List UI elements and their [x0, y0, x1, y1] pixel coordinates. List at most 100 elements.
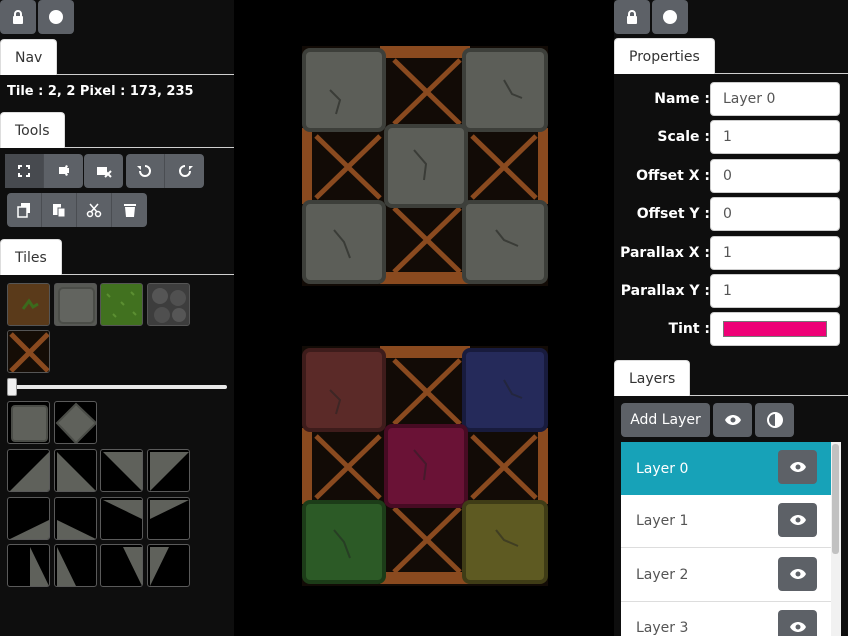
shape-diamond[interactable] — [54, 401, 97, 444]
layer-visibility-button[interactable] — [778, 450, 817, 484]
slope-shape-icon — [150, 500, 189, 519]
circle-button[interactable] — [652, 0, 688, 34]
tile-grass[interactable] — [100, 283, 143, 326]
layers-scrollbar[interactable] — [831, 442, 841, 636]
stamp-tool-icon — [58, 165, 69, 176]
shape-slope-6[interactable] — [54, 497, 97, 540]
shape-slope-4[interactable] — [147, 449, 190, 492]
cut-icon — [86, 203, 102, 218]
parallax-y-field[interactable]: 1 — [710, 274, 840, 308]
layers-scroll-thumb[interactable] — [832, 444, 839, 554]
eye-icon — [724, 415, 741, 425]
eraser-group — [84, 154, 123, 188]
shape-slope-10[interactable] — [54, 544, 97, 587]
contrast-button[interactable] — [755, 403, 794, 437]
slope-shape-icon — [10, 520, 49, 539]
scale-field[interactable]: 1 — [710, 120, 840, 154]
slope-shape-icon — [103, 500, 142, 519]
shape-slope-5[interactable] — [7, 497, 50, 540]
tab-nav[interactable]: Nav — [0, 39, 58, 75]
parallax-x-field[interactable]: 1 — [710, 236, 840, 270]
layer-row[interactable]: Layer 1 — [621, 495, 831, 548]
redo-icon — [178, 165, 193, 177]
redo-button[interactable] — [165, 154, 204, 188]
copy-button[interactable] — [7, 193, 42, 227]
lock-button[interactable] — [0, 0, 36, 34]
circle-button[interactable] — [38, 0, 74, 34]
layer-visibility-button[interactable] — [778, 503, 817, 537]
tile-cobble[interactable] — [147, 283, 190, 326]
layer-visibility-button[interactable] — [778, 610, 817, 636]
shape-slope-9[interactable] — [7, 544, 50, 587]
properties-tab-row: Properties — [614, 38, 848, 74]
lock-button[interactable] — [614, 0, 650, 34]
lock-icon — [13, 10, 23, 24]
lock-icon — [627, 10, 637, 24]
map-canvas[interactable] — [234, 0, 614, 636]
paste-button[interactable] — [42, 193, 77, 227]
stone-tile-icon — [55, 284, 96, 325]
wood-cross-tile-icon — [8, 331, 49, 372]
tint-field[interactable] — [710, 312, 840, 346]
eraser-tool-icon — [96, 167, 112, 178]
cut-button[interactable] — [77, 193, 112, 227]
layer-row[interactable]: Layer 2 — [621, 549, 831, 602]
shape-slope-2[interactable] — [54, 449, 97, 492]
tile-dirt-grass[interactable] — [7, 283, 50, 326]
tile-size-slider-thumb[interactable] — [7, 378, 17, 396]
slope-shape-icon — [30, 547, 49, 586]
tilemap-render — [302, 46, 548, 586]
toggle-all-visibility-button[interactable] — [713, 403, 752, 437]
offset-y-label: Offset Y : — [636, 206, 710, 222]
slope-shape-icon — [103, 452, 142, 491]
tool-mode-group — [5, 154, 83, 188]
offset-y-field[interactable]: 0 — [710, 197, 840, 231]
clipboard-group — [7, 193, 147, 227]
shape-slope-8[interactable] — [147, 497, 190, 540]
tiles-tab-row: Tiles — [0, 238, 234, 275]
cobble-tile-icon — [148, 284, 189, 325]
name-field[interactable]: Layer 0 — [710, 82, 840, 116]
layer-row[interactable]: Layer 3 — [621, 602, 831, 636]
shape-slope-11[interactable] — [100, 544, 143, 587]
delete-button[interactable] — [112, 193, 147, 227]
shape-slope-7[interactable] — [100, 497, 143, 540]
tools-tab-row: Tools — [0, 112, 234, 148]
shape-square[interactable] — [7, 401, 50, 444]
offset-x-field[interactable]: 0 — [710, 159, 840, 193]
shape-slope-12[interactable] — [147, 544, 190, 587]
parallax-y-label: Parallax Y : — [620, 283, 710, 299]
right-top-buttons — [614, 0, 688, 34]
add-layer-button[interactable]: Add Layer — [621, 403, 710, 437]
tab-tools[interactable]: Tools — [0, 112, 65, 148]
layer-visibility-button[interactable] — [778, 557, 817, 591]
undo-button[interactable] — [126, 154, 165, 188]
layer-name: Layer 3 — [636, 620, 689, 636]
trash-icon — [123, 204, 136, 217]
slope-shape-icon — [150, 452, 189, 491]
slope-shape-icon — [123, 547, 142, 586]
slope-shape-icon — [150, 547, 169, 586]
tile-size-slider-track[interactable] — [8, 385, 227, 389]
contrast-icon — [766, 412, 783, 428]
tab-tiles[interactable]: Tiles — [0, 239, 62, 275]
dirt-grass-tile-icon — [8, 284, 49, 325]
tint-color-swatch — [723, 321, 827, 337]
shape-slope-1[interactable] — [7, 449, 50, 492]
tile-pixel-readout: Tile : 2, 2 Pixel : 173, 235 — [7, 84, 194, 99]
right-panel: Properties Name : Layer 0 Scale : 1 Offs… — [614, 0, 848, 636]
stamp-tool-button[interactable] — [44, 154, 83, 188]
tile-stone[interactable] — [54, 283, 97, 326]
shape-slope-3[interactable] — [100, 449, 143, 492]
select-tool-button[interactable] — [5, 154, 44, 188]
tile-wood-cross[interactable] — [7, 330, 50, 373]
lower-map — [302, 346, 548, 586]
tab-layers[interactable]: Layers — [614, 360, 691, 396]
tab-properties[interactable]: Properties — [614, 38, 715, 74]
scale-label: Scale : — [657, 129, 710, 145]
history-group — [126, 154, 204, 188]
layer-row[interactable]: Layer 0 — [621, 442, 831, 495]
name-label: Name : — [654, 91, 710, 107]
eraser-tool-button[interactable] — [84, 154, 123, 188]
parallax-x-label: Parallax X : — [620, 245, 710, 261]
